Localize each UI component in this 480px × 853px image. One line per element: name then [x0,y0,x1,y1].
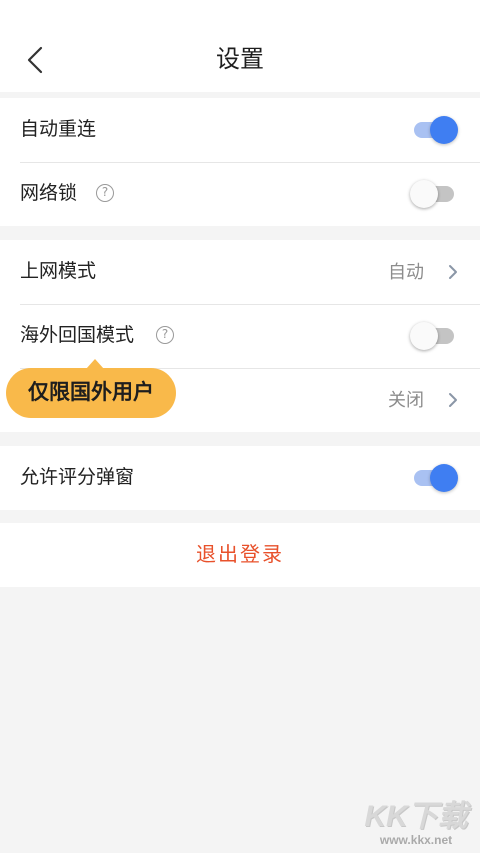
setting-row-network-lock: 网络锁 ? [0,162,480,226]
setting-label-rating-popup: 允许评分弹窗 [20,467,135,488]
watermark-logo: KK下载 [364,800,468,833]
toggle-knob [410,180,438,208]
app-header: 设置 [0,0,480,92]
help-icon[interactable]: ? [156,326,174,344]
network-mode-value: 自动 [388,262,424,282]
watermark-url: www.kkx.net [379,833,453,847]
auto-reconnect-toggle[interactable] [412,116,458,144]
setting-row-overseas-mode: 海外回国模式 ? [0,304,480,368]
toggle-knob [430,464,458,492]
logout-button[interactable]: 退出登录 [0,523,480,587]
network-lock-toggle[interactable] [410,180,456,208]
setting-row-auto-reconnect: 自动重连 [0,98,480,162]
setting-label-network-lock: 网络锁 [20,183,78,204]
setting-label-overseas-mode: 海外回国模式 [20,325,135,346]
settings-group-connection: 自动重连 网络锁 ? [0,98,480,226]
settings-group-rating: 允许评分弹窗 [0,446,480,510]
setting-label-auto-reconnect: 自动重连 [20,119,97,140]
toggle-knob [410,322,438,350]
watermark: KK下载 www.kkx.net [356,799,476,847]
setting-label-network-mode: 上网模式 [20,261,97,282]
overseas-only-tooltip: 仅限国外用户 [6,359,176,418]
toggle-knob [430,116,458,144]
chevron-right-icon [449,393,457,407]
page-title: 设置 [216,46,264,73]
help-icon[interactable]: ? [96,184,114,202]
overseas-mode-toggle[interactable] [410,322,456,350]
setting-row-network-mode[interactable]: 上网模式 自动 [0,240,480,304]
rating-popup-toggle[interactable] [412,464,458,492]
setting-row-rating-popup: 允许评分弹窗 [0,446,480,510]
setting-value-closed: 关闭 [388,390,424,410]
chevron-right-icon [449,265,457,279]
